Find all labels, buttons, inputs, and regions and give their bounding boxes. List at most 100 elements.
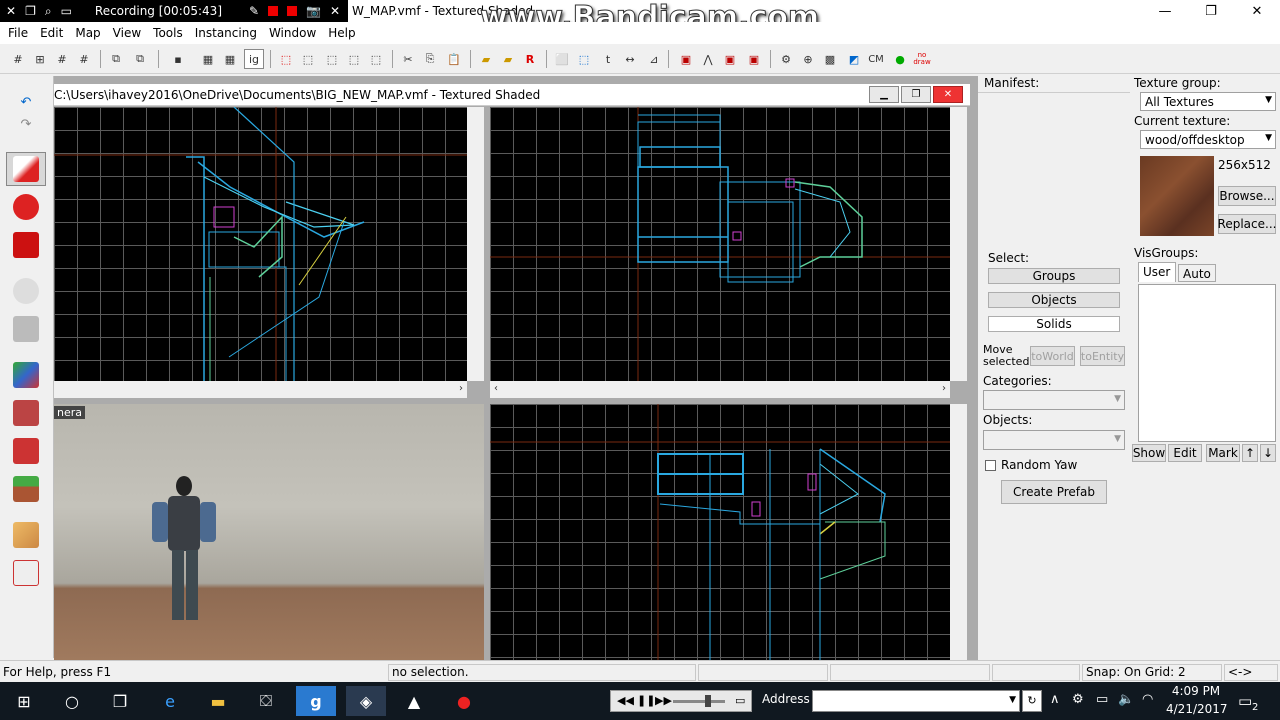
texture-world-icon[interactable]: ⬚ [366, 49, 386, 69]
decal-tool[interactable] [6, 434, 46, 468]
nodraw-button[interactable]: no draw [912, 49, 932, 69]
cortana-icon[interactable]: ○ [52, 686, 92, 716]
volume-thumb[interactable] [705, 695, 711, 707]
vertex-icon[interactable]: ⊿ [644, 49, 664, 69]
map-restore-button[interactable]: ❐ [901, 86, 931, 103]
arrow-up-icon[interactable]: ↑ [1242, 444, 1258, 462]
pencil-icon[interactable]: ✎ [249, 4, 259, 18]
solids-button[interactable]: Solids [988, 316, 1120, 332]
viewport-front[interactable] [490, 107, 950, 381]
texture-lock-icon[interactable]: ⬚ [276, 49, 296, 69]
apply-texture-tool[interactable] [6, 396, 46, 430]
menu-tools[interactable]: Tools [147, 26, 189, 40]
grid-icon[interactable]: # [8, 49, 28, 69]
close-button[interactable]: ✕ [1234, 0, 1280, 22]
menu-instancing[interactable]: Instancing [189, 26, 263, 40]
edit-button[interactable]: Edit [1168, 444, 1202, 462]
tab-auto[interactable]: Auto [1178, 264, 1216, 282]
task-view-icon[interactable]: ❐ [100, 686, 140, 716]
magnify-tool[interactable] [6, 190, 46, 224]
media-window-icon[interactable]: ▭ [735, 694, 745, 707]
rewind-icon[interactable]: ◀◀ [617, 694, 634, 707]
refresh-icon[interactable]: ↻ [1022, 690, 1042, 712]
texture-scale-icon[interactable]: ⬚ [298, 49, 318, 69]
radius-culling-button[interactable]: R [520, 49, 540, 69]
entity-tool[interactable] [6, 274, 46, 308]
tab-user[interactable]: User [1138, 262, 1176, 282]
group-icon[interactable]: ⧉ [106, 49, 126, 69]
vertex-tool[interactable] [6, 556, 46, 590]
current-texture-select[interactable]: wood/offdesktop ▼ [1140, 130, 1276, 149]
ungroup-icon[interactable]: ⧉ [130, 49, 150, 69]
create-prefab-button[interactable]: Create Prefab [1001, 480, 1107, 504]
map-minimize-button[interactable]: ▁ [869, 86, 899, 103]
grid-smaller-icon[interactable]: ⊞ [30, 49, 50, 69]
arrow-down-icon[interactable]: ↓ [1260, 444, 1276, 462]
globe-icon[interactable]: ⊕ [798, 49, 818, 69]
ignore-groups-button[interactable]: ig [244, 49, 264, 69]
hollow-icon[interactable]: ▦ [220, 49, 240, 69]
run-map-icon[interactable]: ▣ [720, 49, 740, 69]
menu-file[interactable]: File [2, 26, 34, 40]
search-icon[interactable]: ⌕ [45, 4, 52, 19]
groups-button[interactable]: Groups [988, 268, 1120, 284]
redo-icon[interactable]: ↷ [6, 114, 46, 134]
forward-icon[interactable]: ▶▶ [655, 694, 672, 707]
models-icon[interactable]: ▰ [498, 49, 518, 69]
random-yaw-checkbox[interactable] [985, 460, 996, 471]
g-app-icon[interactable]: g [296, 686, 336, 716]
close-recording-icon[interactable]: ✕ [330, 4, 340, 18]
undo-icon[interactable]: ↶ [6, 92, 46, 112]
textured-icon[interactable]: ◩ [844, 49, 864, 69]
to-world-button[interactable]: toWorld [1030, 346, 1075, 366]
clip-tool[interactable] [6, 518, 46, 552]
edge-icon[interactable]: e [150, 686, 190, 716]
clock-date[interactable]: 4/21/2017 [1166, 702, 1228, 716]
close-icon[interactable]: ✕ [6, 4, 16, 18]
replace-button[interactable]: Replace... [1218, 214, 1276, 234]
stop-icon[interactable] [287, 6, 298, 16]
store-icon[interactable]: ⛋ [246, 686, 286, 716]
wrench-icon[interactable]: ⚙ [776, 49, 796, 69]
address-input[interactable]: ▼ [812, 690, 1020, 712]
overlay-tool[interactable] [6, 472, 46, 506]
volume-slider[interactable] [673, 700, 725, 703]
menu-help[interactable]: Help [322, 26, 361, 40]
window-icon[interactable]: ❐ [25, 4, 36, 18]
check-map-icon[interactable]: ⋀ [698, 49, 718, 69]
objects-select[interactable]: ▼ [983, 430, 1125, 450]
menu-window[interactable]: Window [263, 26, 322, 40]
menu-map[interactable]: Map [69, 26, 106, 40]
camera-tool[interactable] [6, 228, 46, 262]
viewport-front-vscroll[interactable] [950, 107, 967, 381]
select-icon[interactable]: ⬚ [574, 49, 594, 69]
notification-icon[interactable]: ▭ [1238, 692, 1252, 710]
viewport-top-vscroll[interactable] [467, 107, 484, 381]
hide-icon[interactable]: ▪ [168, 49, 188, 69]
photos-icon[interactable]: ▲ [394, 686, 434, 716]
entity-report-icon[interactable]: ▣ [676, 49, 696, 69]
paste-icon[interactable]: 📋 [444, 49, 464, 69]
categories-select[interactable]: ▼ [983, 390, 1125, 410]
battery-icon[interactable]: ▭ [1096, 692, 1108, 707]
windows-start-icon[interactable]: ⊞ [4, 686, 44, 716]
texture-fit-icon[interactable]: ⬚ [344, 49, 364, 69]
visgroups-list[interactable] [1138, 284, 1276, 442]
cut-icon[interactable]: ✂ [398, 49, 418, 69]
bandicam-icon[interactable]: ● [444, 686, 484, 716]
camera-icon[interactable]: 📷 [306, 4, 321, 18]
grid-toggle-icon[interactable]: # [74, 49, 94, 69]
helpers-icon[interactable]: ▰ [476, 49, 496, 69]
show-button[interactable]: Show [1132, 444, 1166, 462]
texture-align-icon[interactable]: ⬚ [322, 49, 342, 69]
pause-media-icon[interactable]: ❚❚ [637, 694, 655, 707]
cubemap-button[interactable]: CM [866, 49, 886, 69]
copy-icon[interactable]: ⎘ [420, 49, 440, 69]
objects-button[interactable]: Objects [988, 292, 1120, 308]
mark-button[interactable]: Mark [1206, 444, 1240, 462]
menu-edit[interactable]: Edit [34, 26, 69, 40]
hammer-editor-icon[interactable]: ◈ [346, 686, 386, 716]
menu-view[interactable]: View [107, 26, 147, 40]
viewport-side[interactable] [490, 404, 950, 660]
wifi-icon[interactable]: ◠ [1142, 692, 1153, 707]
